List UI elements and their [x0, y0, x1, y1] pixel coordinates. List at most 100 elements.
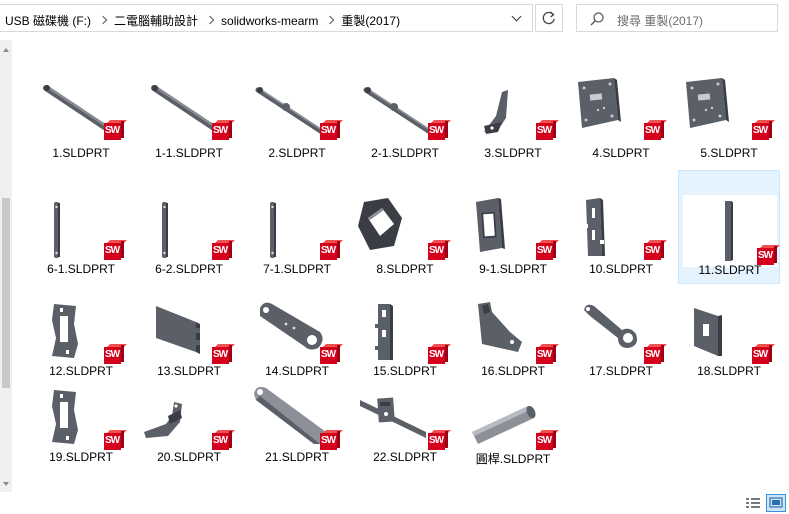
- file-thumbnail: SW: [138, 294, 240, 370]
- scroll-down-arrow-icon[interactable]: [3, 482, 9, 486]
- breadcrumb-item[interactable]: solidworks-mearm: [221, 14, 318, 28]
- file-thumbnail: SW: [246, 380, 348, 456]
- scrollbar-thumb[interactable]: [2, 198, 10, 388]
- address-bar[interactable]: USB 磁碟機 (F:) 二電腦輔助設計 solidworks-mearm 重製(20…: [0, 4, 533, 32]
- large-icons-view-icon: [769, 497, 783, 508]
- file-item[interactable]: SW 10.SLDPRT: [570, 170, 672, 284]
- breadcrumb-separator-chevron-icon[interactable]: [206, 16, 214, 24]
- file-item[interactable]: SW 2.SLDPRT: [246, 70, 348, 170]
- breadcrumb-separator-chevron-icon[interactable]: [99, 16, 107, 24]
- file-name: 4.SLDPRT: [592, 146, 650, 160]
- solidworks-part-icon: SW: [428, 240, 451, 260]
- file-thumbnail: SW: [30, 380, 132, 456]
- solidworks-part-icon: SW: [428, 430, 451, 450]
- solidworks-part-icon: SW: [536, 120, 559, 140]
- file-thumbnail: SW: [462, 190, 564, 266]
- file-name: 19.SLDPRT: [49, 450, 113, 464]
- file-item[interactable]: SW 圓桿.SLDPRT: [462, 380, 564, 466]
- file-thumbnail: SW: [462, 70, 564, 146]
- file-thumbnail: SW: [246, 294, 348, 370]
- solidworks-part-icon: SW: [644, 240, 667, 260]
- file-item[interactable]: SW 19.SLDPRT: [30, 380, 132, 466]
- file-name: 21.SLDPRT: [265, 450, 329, 464]
- file-name: 9-1.SLDPRT: [479, 262, 547, 276]
- file-thumbnail: SW: [354, 70, 456, 146]
- solidworks-part-icon: SW: [320, 240, 343, 260]
- file-item[interactable]: SW 17.SLDPRT: [570, 284, 672, 380]
- solidworks-part-icon: SW: [644, 344, 667, 364]
- file-item[interactable]: SW 9-1.SLDPRT: [462, 170, 564, 284]
- file-name: 圓桿.SLDPRT: [475, 452, 551, 466]
- file-item[interactable]: SW 14.SLDPRT: [246, 284, 348, 380]
- file-item[interactable]: SW 6-2.SLDPRT: [138, 170, 240, 284]
- file-item[interactable]: SW 1-1.SLDPRT: [138, 70, 240, 170]
- search-icon: [590, 12, 604, 26]
- solidworks-part-icon: SW: [536, 430, 559, 450]
- file-item[interactable]: SW 11.SLDPRT: [678, 170, 780, 284]
- file-name: 20.SLDPRT: [157, 450, 221, 464]
- solidworks-part-icon: SW: [212, 430, 235, 450]
- file-item[interactable]: SW 1.SLDPRT: [30, 70, 132, 170]
- file-item[interactable]: SW 2-1.SLDPRT: [354, 70, 456, 170]
- solidworks-part-icon: SW: [320, 344, 343, 364]
- file-thumbnail: SW: [570, 70, 672, 146]
- file-item[interactable]: SW 22.SLDPRT: [354, 380, 456, 466]
- file-name: 11.SLDPRT: [698, 263, 762, 277]
- file-name: 1.SLDPRT: [52, 146, 110, 160]
- solidworks-part-icon: SW: [104, 344, 127, 364]
- file-name: 22.SLDPRT: [373, 450, 437, 464]
- file-item[interactable]: SW 13.SLDPRT: [138, 284, 240, 380]
- file-thumbnail: SW: [678, 294, 780, 370]
- file-item[interactable]: SW 6-1.SLDPRT: [30, 170, 132, 284]
- refresh-button[interactable]: [535, 4, 563, 32]
- file-item[interactable]: SW 15.SLDPRT: [354, 284, 456, 380]
- solidworks-part-icon: SW: [428, 344, 451, 364]
- file-item[interactable]: SW 4.SLDPRT: [570, 70, 672, 170]
- search-box[interactable]: 搜尋 重製(2017): [576, 4, 778, 32]
- file-name: 14.SLDPRT: [265, 364, 329, 378]
- file-item[interactable]: SW 21.SLDPRT: [246, 380, 348, 466]
- file-thumbnail: SW: [570, 294, 672, 370]
- file-item[interactable]: SW 16.SLDPRT: [462, 284, 564, 380]
- breadcrumb-item[interactable]: 二電腦輔助設計: [114, 12, 198, 29]
- file-name: 2.SLDPRT: [268, 146, 326, 160]
- file-item[interactable]: SW 7-1.SLDPRT: [246, 170, 348, 284]
- file-item[interactable]: SW 8.SLDPRT: [354, 170, 456, 284]
- large-icons-view-button[interactable]: [766, 494, 786, 512]
- file-thumbnail: SW: [30, 294, 132, 370]
- search-input[interactable]: 搜尋 重製(2017): [617, 12, 703, 29]
- solidworks-part-icon: SW: [104, 240, 127, 260]
- file-thumbnail: SW: [138, 380, 240, 456]
- scroll-up-arrow-icon[interactable]: [3, 48, 9, 52]
- file-item[interactable]: SW 18.SLDPRT: [678, 284, 780, 380]
- solidworks-part-icon: SW: [104, 120, 127, 140]
- file-name: 13.SLDPRT: [157, 364, 221, 378]
- file-item[interactable]: SW 3.SLDPRT: [462, 70, 564, 170]
- file-name: 18.SLDPRT: [697, 364, 761, 378]
- breadcrumb-item[interactable]: 重製(2017): [341, 12, 400, 29]
- solidworks-part-icon: SW: [757, 245, 780, 265]
- file-name: 2-1.SLDPRT: [371, 146, 439, 160]
- file-thumbnail: SW: [246, 70, 348, 146]
- file-item[interactable]: SW 5.SLDPRT: [678, 70, 780, 170]
- file-thumbnail: SW: [678, 70, 780, 146]
- address-dropdown-chevron-icon[interactable]: [506, 9, 528, 29]
- solidworks-part-icon: SW: [320, 120, 343, 140]
- file-thumbnail: SW: [138, 190, 240, 266]
- file-thumbnail: SW: [138, 70, 240, 146]
- file-thumbnail: SW: [570, 190, 672, 266]
- solidworks-part-icon: SW: [320, 430, 343, 450]
- breadcrumb-separator-chevron-icon[interactable]: [326, 16, 334, 24]
- file-thumbnail: SW: [246, 190, 348, 266]
- file-item[interactable]: SW 20.SLDPRT: [138, 380, 240, 466]
- solidworks-part-icon: SW: [752, 120, 775, 140]
- file-item[interactable]: SW 12.SLDPRT: [30, 284, 132, 380]
- file-thumbnail: SW: [30, 190, 132, 266]
- file-name: 8.SLDPRT: [376, 262, 434, 276]
- refresh-icon: [542, 11, 555, 25]
- details-view-icon[interactable]: [745, 496, 761, 510]
- file-name: 15.SLDPRT: [373, 364, 437, 378]
- solidworks-part-icon: SW: [536, 240, 559, 260]
- breadcrumb-item[interactable]: USB 磁碟機 (F:): [5, 12, 91, 29]
- navigation-pane-scrollbar[interactable]: [0, 40, 12, 492]
